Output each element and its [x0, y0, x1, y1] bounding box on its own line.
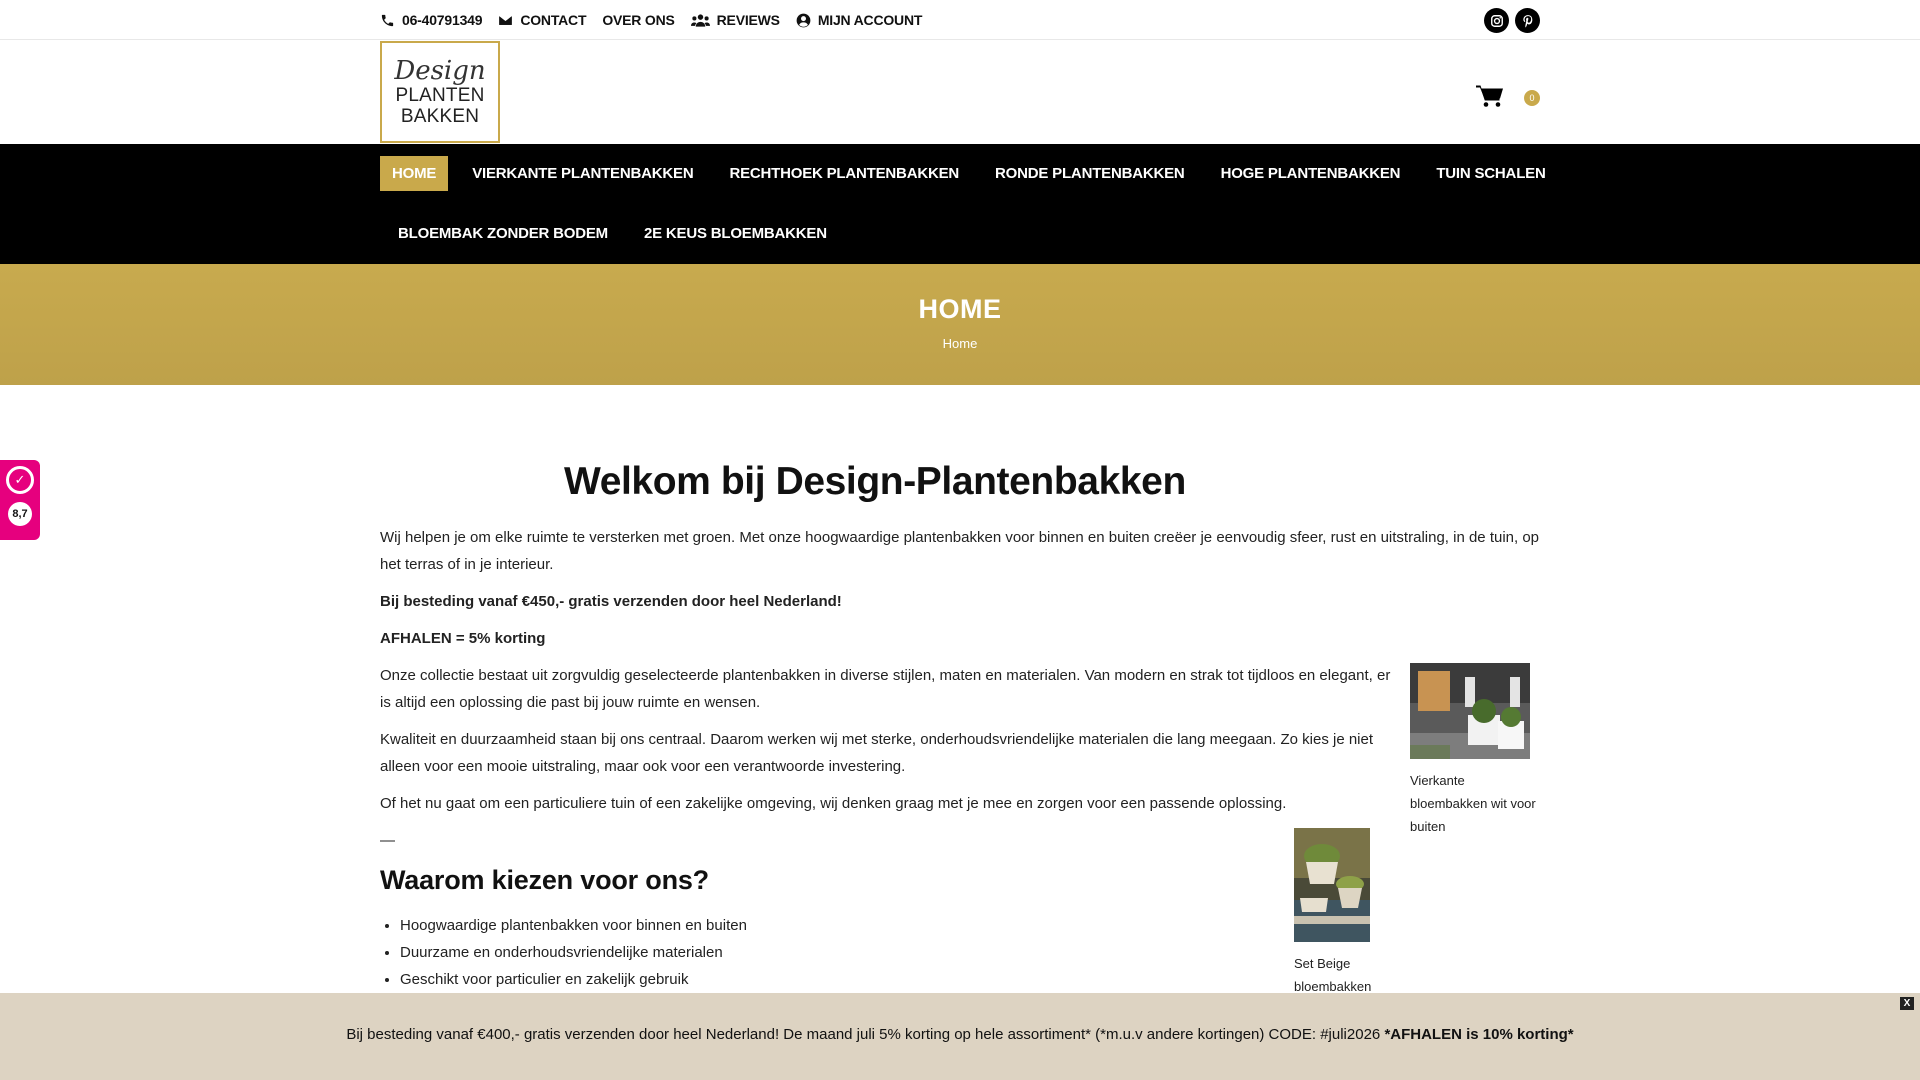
free-shipping-note: Bij besteding vanaf €450,- gratis verzen… [380, 588, 842, 615]
pinterest-icon [1522, 14, 1532, 27]
product-image-vierkante[interactable] [1410, 663, 1530, 759]
kiyoh-icon: ✓ [6, 466, 34, 494]
cart-count-badge: 0 [1524, 90, 1540, 106]
about-label: OVER ONS [602, 12, 675, 28]
user-circle-icon [796, 13, 811, 27]
instagram-icon [1490, 14, 1503, 27]
nav-item-ronde[interactable]: RONDE PLANTENBAKKEN [977, 156, 1203, 191]
main-navigation: HOME VIERKANTE PLANTENBAKKEN RECHTHOEK P… [0, 144, 1920, 264]
logo-line-2: PLANTEN [395, 85, 485, 106]
site-header: Design PLANTEN BAKKEN 0 [0, 40, 1920, 144]
contact-link[interactable]: CONTACT [498, 12, 587, 28]
quality-paragraph: Kwaliteit en duurzaamheid staan bij ons … [380, 731, 1374, 775]
phone-link[interactable]: 06-40791349 [380, 12, 483, 28]
list-item: Hoogwaardige plantenbakken voor binnen e… [400, 912, 747, 939]
why-heading: Waarom kiezen voor ons? [380, 865, 709, 895]
nav-item-tuin-schalen[interactable]: TUIN SCHALEN [1418, 156, 1563, 191]
figure-caption-vierkante: Vierkante bloembakken wit voor buiten [1410, 773, 1536, 834]
kiyoh-rating-widget[interactable]: ✓ 8,7 [0, 460, 40, 540]
product-image-set-beige[interactable] [1294, 828, 1370, 942]
account-label: MIJN ACCOUNT [817, 12, 923, 28]
nav-item-rechthoek[interactable]: RECHTHOEK PLANTENBAKKEN [711, 156, 977, 191]
promo-main-text: Bij besteding vanaf €400,- gratis verzen… [346, 1026, 1385, 1043]
users-icon [690, 13, 710, 27]
phone-number: 06-40791349 [402, 12, 483, 28]
reviews-link[interactable]: REVIEWS [690, 12, 780, 28]
welcome-heading: Welkom bij Design-Plantenbakken [564, 460, 1186, 503]
nav-row-1: HOME VIERKANTE PLANTENBAKKEN RECHTHOEK P… [380, 156, 1564, 191]
nav-item-hoge[interactable]: HOGE PLANTENBAKKEN [1203, 156, 1419, 191]
contact-label: CONTACT [520, 12, 587, 28]
breadcrumb[interactable]: Home [0, 336, 1920, 351]
figure-set-beige: Set Beige bloembakken [1294, 828, 1414, 998]
promo-bold-text: *AFHALEN is 10% korting* [1384, 1026, 1574, 1043]
nav-item-2e-keus[interactable]: 2E KEUS BLOEMBAKKEN [626, 216, 845, 251]
reviews-label: REVIEWS [716, 12, 780, 28]
page-title: HOME [918, 294, 1002, 324]
logo-line-1: Design [394, 56, 486, 86]
rating-score: 8,7 [8, 502, 32, 526]
nav-item-home[interactable]: HOME [380, 156, 449, 191]
figure-caption-set-beige: Set Beige bloembakken [1294, 956, 1372, 994]
intro-paragraph: Wij helpen je om elke ruimte te versterk… [380, 529, 1540, 573]
social-links [1484, 8, 1540, 33]
list-item: Duurzame en onderhoudsvriendelijke mater… [400, 939, 747, 966]
phone-icon [381, 14, 394, 26]
why-list: Hoogwaardige plantenbakken voor binnen e… [400, 912, 747, 993]
list-item: Geschikt voor particulier en zakelijk ge… [400, 966, 747, 993]
pickup-text: AFHALEN = 5% korting [380, 630, 546, 647]
close-promo-button[interactable]: X [1900, 997, 1914, 1010]
collection-paragraph: Onze collectie bestaat uit zorgvuldig ge… [380, 667, 1391, 711]
promo-text: Bij besteding vanaf €400,- gratis verzen… [0, 1026, 1920, 1043]
logo-line-3: BAKKEN [400, 106, 480, 127]
business-paragraph: Of het nu gaat om een particuliere tuin … [380, 795, 1287, 812]
divider-text: — [380, 832, 395, 849]
cart-button[interactable] [1476, 84, 1504, 113]
site-logo[interactable]: Design PLANTEN BAKKEN [380, 41, 500, 143]
cart-icon [1476, 85, 1503, 107]
topbar-links: 06-40791349 CONTACT OVER ONS REVIEWS MIJ… [380, 0, 922, 40]
about-link[interactable]: OVER ONS [602, 12, 675, 28]
nav-item-zonder-bodem[interactable]: BLOEMBAK ZONDER BODEM [380, 216, 626, 251]
nav-row-2: BLOEMBAK ZONDER BODEM 2E KEUS BLOEMBAKKE… [380, 216, 845, 251]
page-title-banner: HOME Home [0, 264, 1920, 385]
envelope-icon [499, 15, 513, 25]
figure-vierkante-bloembakken: Vierkante bloembakken wit voor buiten [1410, 663, 1540, 838]
nav-item-vierkante[interactable]: VIERKANTE PLANTENBAKKEN [454, 156, 711, 191]
pinterest-link[interactable] [1515, 8, 1540, 33]
free-shipping-text: Bij besteding vanaf €450,- gratis verzen… [380, 593, 842, 610]
page: 06-40791349 CONTACT OVER ONS REVIEWS MIJ… [0, 0, 1920, 1080]
topbar: 06-40791349 CONTACT OVER ONS REVIEWS MIJ… [0, 0, 1920, 40]
account-link[interactable]: MIJN ACCOUNT [796, 12, 922, 28]
pickup-note: AFHALEN = 5% korting [380, 625, 545, 652]
instagram-link[interactable] [1484, 8, 1509, 33]
promo-bar: Bij besteding vanaf €400,- gratis verzen… [0, 993, 1920, 1080]
